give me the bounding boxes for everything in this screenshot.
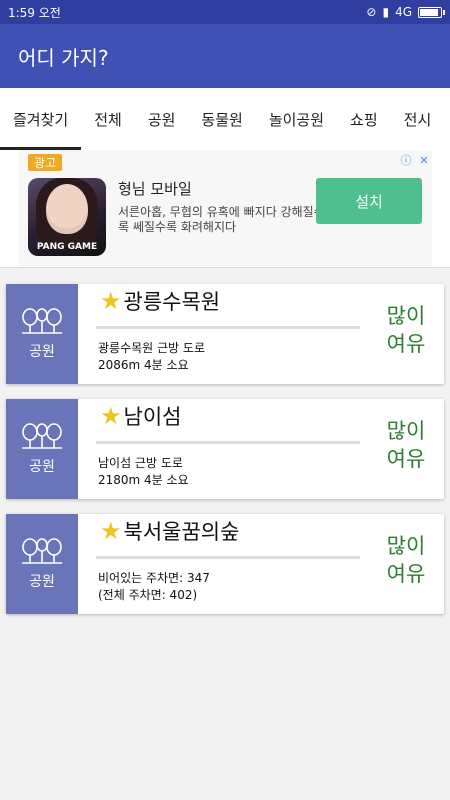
star-icon[interactable]: ★ xyxy=(100,517,122,545)
status-text: 많이 여유 xyxy=(382,302,430,358)
category-label: 공원 xyxy=(29,344,55,360)
signal-icon: ▮ xyxy=(382,5,390,19)
battery-icon xyxy=(418,6,445,18)
alarm-icon: ⊘ xyxy=(366,5,377,19)
place-detail-2: 2086m 4분 소요 xyxy=(98,358,189,372)
place-card[interactable]: 공원 ★ 북서울꿈의숲 비어있는 주차면: 347 (전체 주차면: 402) … xyxy=(6,514,444,614)
tree-icon xyxy=(22,308,62,334)
status-bottom: 여유 xyxy=(386,447,426,471)
category-label: 공원 xyxy=(29,574,55,590)
place-detail-2: (전체 주차면: 402) xyxy=(98,588,198,602)
status-time: 1:59 오전 xyxy=(8,5,61,20)
ad-content[interactable]: 광고 ⓘ ✕ PANG GAME 형님 모바일 서른아홉, 무협의 유혹에 빠지… xyxy=(18,150,432,266)
tab-zoo[interactable]: 동물원 xyxy=(188,88,255,150)
status-text: 많이 여유 xyxy=(382,417,430,473)
ad-info-icon[interactable]: ⓘ xyxy=(398,152,414,168)
occupancy-bar xyxy=(96,556,360,559)
tab-amusement-park[interactable]: 놀이공원 xyxy=(256,88,337,150)
title-row: ★ 남이섬 xyxy=(100,401,181,431)
place-detail-1: 광릉수목원 근방 도로 xyxy=(98,341,205,355)
tab-favorites[interactable]: 즐겨찾기 xyxy=(0,88,82,150)
tab-exhibition[interactable]: 전시 xyxy=(391,88,445,150)
tree-icon xyxy=(22,538,62,564)
star-icon[interactable]: ★ xyxy=(100,287,122,315)
ad-badge: 광고 xyxy=(28,154,63,171)
place-detail-1: 남이섬 근방 도로 xyxy=(98,456,183,470)
status-bottom: 여유 xyxy=(386,562,426,586)
place-title: 남이섬 xyxy=(123,405,182,429)
tab-all[interactable]: 전체 xyxy=(81,88,135,150)
place-card[interactable]: 공원 ★ 남이섬 남이섬 근방 도로 2180m 4분 소요 많이 여유 xyxy=(6,399,444,499)
title-row: ★ 북서울꿈의숲 xyxy=(100,516,239,546)
close-icon[interactable]: ✕ xyxy=(416,152,432,168)
place-title: 광릉수목원 xyxy=(123,290,221,314)
ad-description: 서른아홉, 무협의 유혹에 빠지다 강해질수록 쎄질수록 화려해지다 xyxy=(118,205,325,234)
place-detail-1: 비어있는 주차면: 347 xyxy=(98,571,210,585)
category-block: 공원 xyxy=(6,399,78,499)
network-type: 4G xyxy=(395,5,412,19)
star-icon[interactable]: ★ xyxy=(100,402,122,430)
status-top: 많이 xyxy=(386,419,426,443)
title-row: ★ 광릉수목원 xyxy=(100,286,220,316)
ad-image-face xyxy=(46,184,88,234)
category-label: 공원 xyxy=(29,459,55,475)
status-text: 많이 여유 xyxy=(382,532,430,588)
status-top: 많이 xyxy=(386,304,426,328)
category-block: 공원 xyxy=(6,514,78,614)
tab-park[interactable]: 공원 xyxy=(135,88,189,150)
app-bar: 어디 가지? xyxy=(0,24,450,88)
place-card[interactable]: 공원 ★ 광릉수목원 광릉수목원 근방 도로 2086m 4분 소요 많이 여유 xyxy=(6,284,444,384)
place-title: 북서울꿈의숲 xyxy=(123,520,240,544)
status-bar: 1:59 오전 ⊘ ▮ 4G xyxy=(0,0,450,24)
occupancy-bar xyxy=(96,441,360,444)
status-bottom: 여유 xyxy=(386,332,426,356)
ad-image-label: PANG GAME xyxy=(36,242,98,252)
place-detail-2: 2180m 4분 소요 xyxy=(98,473,189,487)
ad-banner[interactable]: 광고 ⓘ ✕ PANG GAME 형님 모바일 서른아홉, 무협의 유혹에 빠지… xyxy=(0,150,450,268)
ad-image[interactable]: PANG GAME xyxy=(28,178,106,256)
install-button[interactable]: 설치 xyxy=(316,178,422,224)
tab-bar: 즐겨찾기 전체 공원 동물원 놀이공원 쇼핑 전시 xyxy=(0,88,450,150)
app-title: 어디 가지? xyxy=(18,45,109,70)
status-icons: ⊘ ▮ 4G xyxy=(366,5,445,19)
ad-controls: ⓘ ✕ xyxy=(398,152,432,168)
ad-title[interactable]: 형님 모바일 xyxy=(118,178,192,199)
tree-icon xyxy=(22,423,62,449)
category-block: 공원 xyxy=(6,284,78,384)
occupancy-bar xyxy=(96,326,360,329)
status-top: 많이 xyxy=(386,534,426,558)
tab-shopping[interactable]: 쇼핑 xyxy=(337,88,391,150)
